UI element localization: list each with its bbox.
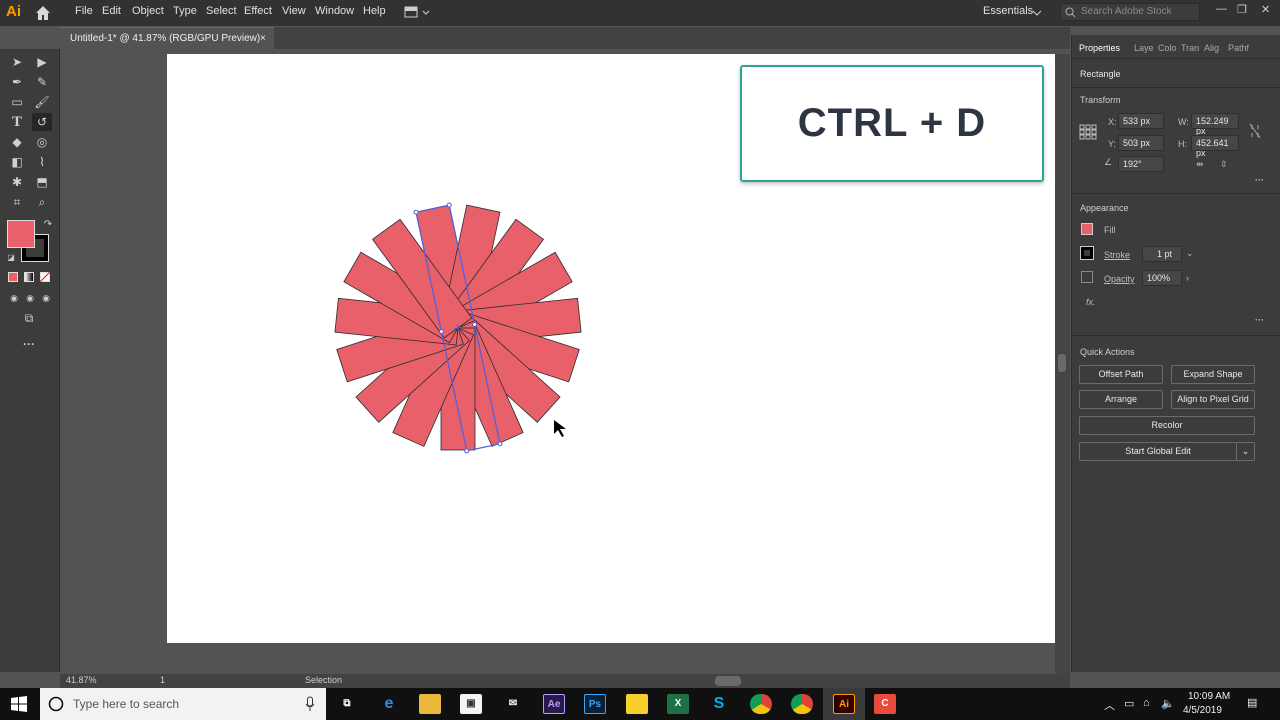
object-type: Rectangle [1080,69,1121,79]
taskbar-search-placeholder: Type here to search [73,697,180,711]
clock-time[interactable]: 10:09 AM [1188,691,1230,702]
artboard-number[interactable]: 1 [160,675,165,685]
shortcut-overlay: CTRL + D [740,65,1044,182]
x-label: X: [1108,117,1117,127]
status-bar: 41.87% 1 Selection [60,674,1070,688]
arrange-button[interactable]: Arrange [1079,390,1163,409]
rotate-angle-field[interactable]: 192° [1118,156,1164,172]
width-field[interactable]: 152.249 px [1191,113,1239,136]
network-icon[interactable]: ⌂ [1143,697,1150,709]
fill-label: Fill [1104,225,1116,235]
expand-shape-button[interactable]: Expand Shape [1171,365,1255,384]
edge-browser-icon[interactable]: e [378,694,400,714]
y-field[interactable]: 503 px [1118,135,1164,151]
w-label: W: [1178,117,1189,127]
photoshop-icon[interactable]: Ps [584,694,606,714]
align-pixel-grid-button[interactable]: Align to Pixel Grid [1171,390,1255,409]
reference-point-icon[interactable] [1079,124,1097,140]
mail-icon[interactable]: ✉ [502,694,524,714]
windows-start-icon[interactable] [11,696,27,712]
tab-color[interactable]: Colo [1158,43,1177,53]
vertical-scrollbar[interactable] [1055,54,1070,674]
fill-color-swatch[interactable] [1081,223,1093,235]
constrain-proportions-icon[interactable] [1249,123,1261,139]
flip-vertical-icon[interactable]: ⇳ [1220,159,1228,170]
action-center-icon[interactable]: ▤ [1247,696,1257,709]
skype-icon[interactable]: S [708,694,730,714]
volume-icon[interactable]: 🔈 [1161,697,1175,710]
flip-horizontal-icon[interactable]: ⇹ [1196,159,1204,170]
properties-panel: Properties Laye Colo Tran Alig Pathf Rec… [1071,35,1280,672]
current-tool-label: Selection [305,675,343,685]
zoom-level[interactable]: 41.87% [66,675,97,685]
quick-actions-title: Quick Actions [1080,347,1135,357]
taskbar-search-input[interactable]: Type here to search [40,688,326,720]
camtasia-icon[interactable]: C [874,694,896,714]
after-effects-icon[interactable]: Ae [543,694,565,714]
illustrator-icon[interactable]: Ai [833,694,855,714]
shortcut-text: CTRL + D [797,101,987,145]
windows-taskbar: Type here to search ⧉ e ▣ ✉ Ae Ps X S Ai… [0,688,1280,720]
global-edit-options-button[interactable]: ⌄ [1236,442,1255,461]
transform-title: Transform [1080,95,1121,105]
chevron-down-icon[interactable]: ⌄ [1186,248,1194,259]
stroke-label[interactable]: Stroke [1104,250,1130,260]
angle-icon: ∠ [1104,157,1113,167]
height-field[interactable]: 452.641 px [1191,135,1239,158]
fill-swatch[interactable] [7,220,35,248]
x-field[interactable]: 533 px [1118,113,1164,129]
tab-align[interactable]: Alig [1204,43,1219,53]
sticky-notes-icon[interactable] [626,694,648,714]
microphone-icon[interactable] [305,696,315,712]
y-label: Y: [1108,139,1117,149]
task-view-icon[interactable]: ⧉ [336,694,358,714]
tab-layers[interactable]: Laye [1134,43,1154,53]
file-explorer-icon[interactable] [419,694,441,714]
chrome-profile-icon[interactable] [791,694,813,714]
cortana-icon [48,696,64,712]
opacity-label[interactable]: Opacity [1104,274,1135,284]
battery-icon[interactable]: ▭ [1124,697,1134,710]
stroke-color-swatch[interactable] [1080,246,1094,260]
chevron-right-icon[interactable]: › [1186,273,1189,283]
h-label: H: [1178,139,1187,149]
fx-icon[interactable]: fx. [1086,297,1096,307]
tab-transform[interactable]: Tran [1181,43,1199,53]
appearance-title: Appearance [1080,203,1129,213]
recolor-button[interactable]: Recolor [1079,416,1255,435]
chrome-icon[interactable] [750,694,772,714]
start-global-edit-button[interactable]: Start Global Edit [1079,442,1237,461]
scroll-thumb[interactable] [1058,354,1066,372]
tab-pathfinder[interactable]: Pathf [1228,43,1249,53]
chevron-up-icon[interactable]: ︿ [1104,697,1115,713]
stroke-weight-field[interactable]: 1 pt [1142,246,1182,262]
offset-path-button[interactable]: Offset Path [1079,365,1163,384]
opacity-field[interactable]: 100% [1142,270,1182,286]
tab-properties[interactable]: Properties [1079,43,1120,53]
store-icon[interactable]: ▣ [460,694,482,714]
horizontal-scroll-thumb[interactable] [715,676,741,686]
clock-date[interactable]: 4/5/2019 [1183,705,1222,716]
mouse-cursor-icon [554,420,566,437]
excel-icon[interactable]: X [667,694,689,714]
more-options-icon[interactable]: ··· [1255,175,1264,185]
opacity-icon [1081,271,1093,283]
appearance-more-icon[interactable]: ··· [1255,315,1264,325]
